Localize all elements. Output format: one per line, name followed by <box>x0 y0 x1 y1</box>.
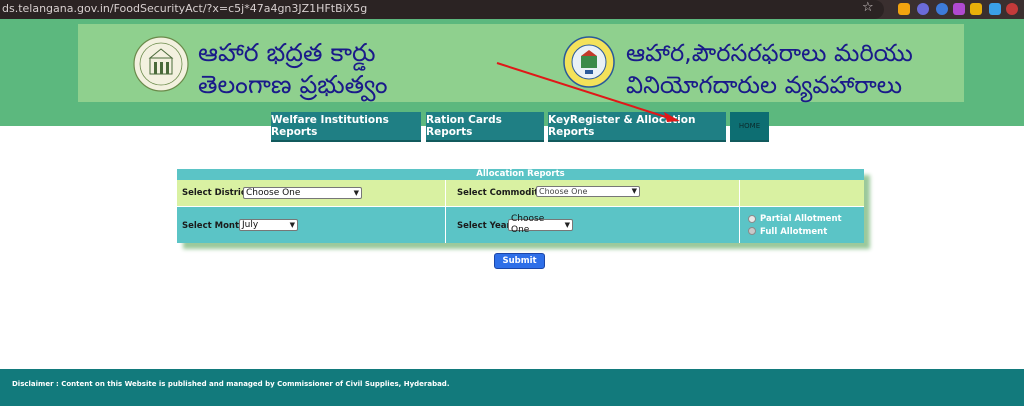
nav-keyregister-allocation-reports[interactable]: KeyRegister & Allocation Reports <box>548 112 726 142</box>
chevron-down-icon: ▼ <box>353 188 359 197</box>
address-bar[interactable]: ds.telangana.gov.in/FoodSecurityAct/?x=c… <box>0 0 884 19</box>
cell-divider <box>739 180 740 243</box>
form-title: Allocation Reports <box>177 169 864 180</box>
commodity-select-value: Choose One <box>539 187 588 196</box>
chevron-down-icon: ▼ <box>631 187 637 195</box>
cell-divider <box>445 180 446 243</box>
chevron-down-icon: ▼ <box>564 220 570 229</box>
civil-supplies-logo-icon <box>563 36 615 88</box>
extension-icon[interactable] <box>953 3 965 15</box>
submit-button[interactable]: Submit <box>494 253 545 269</box>
partial-allotment-radio[interactable] <box>748 215 756 223</box>
profile-icon[interactable] <box>1006 3 1018 15</box>
chevron-down-icon: ▼ <box>289 220 295 229</box>
left-telugu-title: ఆహార భద్రత కార్డు తెలంగాణ ప్రభుత్వం <box>198 37 388 101</box>
full-allotment-radio[interactable] <box>748 227 756 235</box>
month-select-value: July <box>242 219 259 230</box>
left-title-line: తెలంగాణ ప్రభుత్వం <box>198 70 388 99</box>
bookmark-star-icon[interactable]: ☆ <box>862 0 874 15</box>
month-select[interactable]: July ▼ <box>239 219 298 231</box>
district-select-value: Choose One <box>246 187 301 198</box>
partial-allotment-label: Partial Allotment <box>760 214 842 224</box>
nav-ration-cards-reports[interactable]: Ration Cards Reports <box>426 112 544 142</box>
allocation-reports-form: Allocation Reports Select District:* Cho… <box>177 169 864 243</box>
left-title-line: ఆహార భద్రత కార్డు <box>198 38 376 67</box>
full-allotment-label: Full Allotment <box>760 227 828 237</box>
nav-welfare-institutions-reports[interactable]: Welfare Institutions Reports <box>271 112 421 142</box>
extension-icon[interactable] <box>989 3 1001 15</box>
footer-disclaimer: Disclaimer : Content on this Website is … <box>12 380 450 388</box>
extension-icon[interactable] <box>936 3 948 15</box>
right-title-line: ఆహార,పౌరసరఫరాలు మరియు <box>626 39 913 67</box>
year-select-value: Choose One <box>511 214 545 235</box>
district-select[interactable]: Choose One ▼ <box>243 187 362 199</box>
year-select[interactable]: Choose One ▼ <box>508 214 573 235</box>
right-telugu-title: ఆహార,పౌరసరఫరాలు మరియు వినియోగదారుల వ్యవహ… <box>626 37 913 101</box>
extension-icon[interactable] <box>898 3 910 15</box>
nav-home[interactable]: HOME <box>730 112 769 142</box>
telangana-emblem-icon <box>133 36 189 92</box>
commodity-select[interactable]: Choose One ▼ <box>536 186 640 197</box>
right-title-line: వినియోగదారుల వ్యవహారాలు <box>626 71 903 99</box>
extension-icon[interactable] <box>917 3 929 15</box>
url-text: ds.telangana.gov.in/FoodSecurityAct/?x=c… <box>2 2 368 15</box>
extension-icon[interactable] <box>970 3 982 15</box>
